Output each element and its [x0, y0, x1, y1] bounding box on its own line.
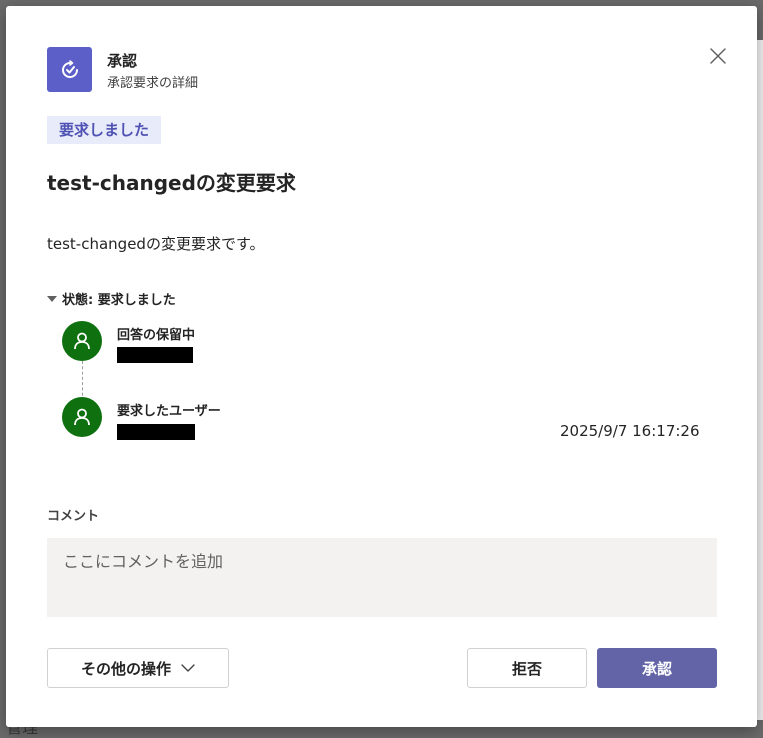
approve-button[interactable]: 承認	[597, 648, 717, 688]
comment-label: コメント	[47, 509, 100, 524]
step-label-requester: 要求したユーザー	[117, 404, 221, 419]
background-panel-edge	[757, 40, 763, 720]
person-icon	[74, 332, 90, 350]
avatar	[62, 321, 102, 361]
request-title: test-changedの変更要求	[47, 171, 296, 195]
request-description: test-changedの変更要求です。	[47, 235, 265, 253]
caret-down-icon	[47, 295, 57, 302]
approval-details-dialog: 承認 承認要求の詳細 要求しました test-changedの変更要求 test…	[6, 6, 757, 727]
status-badge: 要求しました	[47, 116, 162, 144]
approvals-icon	[47, 47, 92, 92]
timeline-connector	[82, 361, 83, 401]
more-actions-label: その他の操作	[80, 659, 171, 678]
dialog-subtitle: 承認要求の詳細	[107, 76, 199, 91]
status-section-label: 状態: 要求しました	[62, 293, 176, 308]
redacted-user-name	[117, 424, 195, 440]
redacted-user-name	[117, 347, 193, 363]
person-icon	[74, 408, 90, 426]
close-button[interactable]	[706, 44, 730, 68]
chevron-down-icon	[181, 664, 195, 672]
avatar	[62, 397, 102, 437]
status-section-toggle[interactable]: 状態: 要求しました	[47, 289, 176, 308]
app-title: 承認	[107, 52, 138, 70]
reject-button[interactable]: 拒否	[467, 648, 587, 688]
close-icon[interactable]	[709, 47, 727, 65]
step-label-pending: 回答の保留中	[117, 328, 196, 343]
more-actions-button[interactable]: その他の操作	[47, 648, 229, 688]
request-timestamp: 2025/9/7 16:17:26	[560, 422, 700, 440]
comment-input[interactable]	[47, 538, 717, 617]
